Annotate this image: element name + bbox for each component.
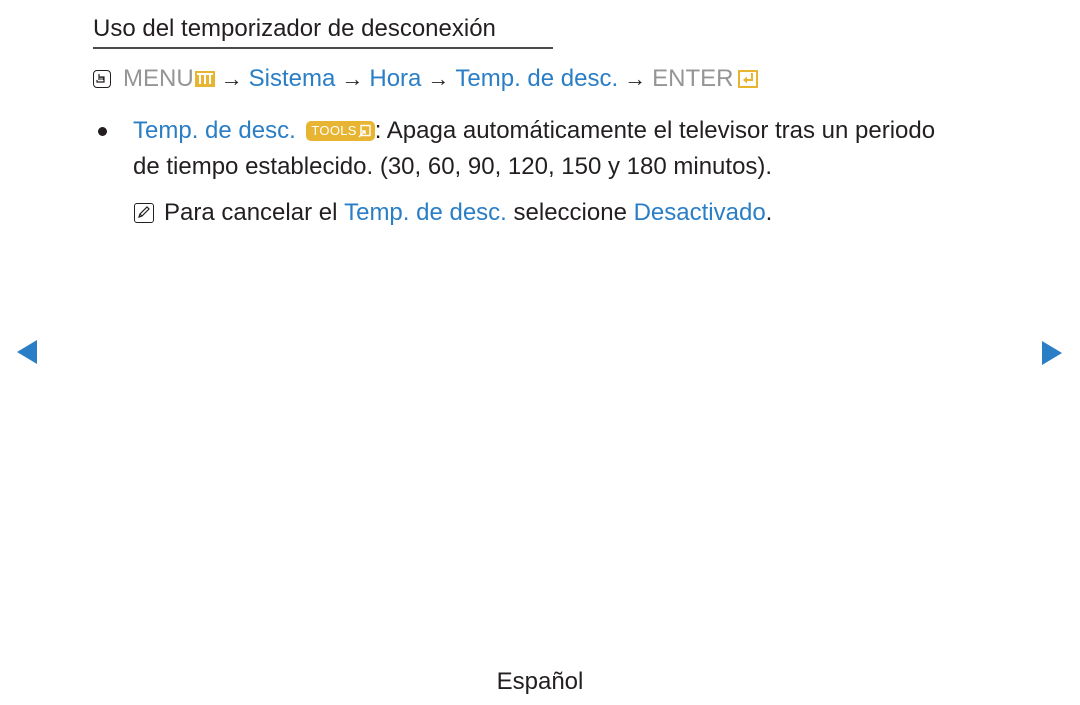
menu-button-icon xyxy=(194,71,215,87)
path-arrow: → xyxy=(341,66,364,91)
bullet-item-temp-desc: Temp. de desc. TOOLS : Apaga automáticame… xyxy=(98,113,1028,185)
enter-label: ENTER xyxy=(652,65,734,92)
enter-button-icon xyxy=(737,70,758,88)
menu-path: MENU → Sistema → Hora → Temp. de desc. →… xyxy=(93,63,758,95)
path-arrow: → xyxy=(427,66,450,91)
note: Para cancelar el Temp. de desc. seleccio… xyxy=(134,195,772,231)
tools-button-icon: TOOLS xyxy=(306,121,375,141)
path-arrow: → xyxy=(220,66,243,91)
path-step-hora: Hora xyxy=(369,65,422,92)
bullet-description-line2: de tiempo establecido. (30, 60, 90, 120,… xyxy=(133,153,773,180)
bullet-term: Temp. de desc. xyxy=(133,117,296,144)
path-step-temp-desc: Temp. de desc. xyxy=(455,65,619,92)
note-suffix: . xyxy=(765,199,773,226)
path-arrow: → xyxy=(624,66,647,91)
note-middle: seleccione xyxy=(506,199,634,226)
footer-language: Español xyxy=(496,668,584,695)
note-term: Temp. de desc. xyxy=(344,199,507,226)
tools-label: TOOLS xyxy=(311,123,357,138)
note-pencil-icon xyxy=(134,203,154,223)
remote-hand-icon xyxy=(93,70,111,88)
note-option: Desactivado xyxy=(633,199,766,226)
section-heading: Uso del temporizador de desconexión xyxy=(93,14,553,49)
menu-label: MENU xyxy=(123,65,194,92)
previous-page-arrow-icon[interactable] xyxy=(17,340,37,364)
path-step-sistema: Sistema xyxy=(248,65,336,92)
bullet-description-line1: : Apaga automáticamente el televisor tra… xyxy=(374,117,936,144)
note-prefix: Para cancelar el xyxy=(164,199,345,226)
next-page-arrow-icon[interactable] xyxy=(1042,341,1062,365)
bullet-dot-icon xyxy=(98,127,107,136)
